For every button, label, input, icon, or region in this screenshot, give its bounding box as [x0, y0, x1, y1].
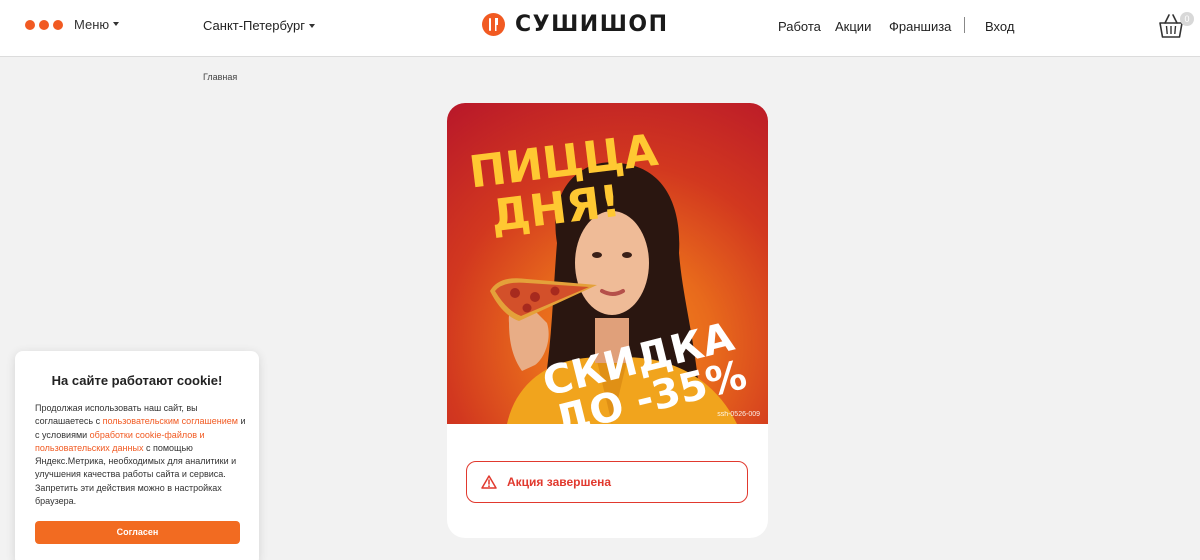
cookie-popup: На сайте работают cookie! Продолжая испо… [15, 351, 259, 560]
nav-divider [964, 17, 965, 33]
nav-item-promotions[interactable]: Акции [835, 19, 871, 34]
nav-item-work[interactable]: Работа [778, 19, 821, 34]
cart-button[interactable]: 0 [1156, 12, 1196, 42]
chevron-down-icon [308, 23, 315, 28]
breadcrumb-home[interactable]: Главная [203, 72, 237, 82]
city-selector[interactable]: Санкт-Петербург [203, 18, 315, 33]
promo-status: Акция завершена [466, 461, 748, 503]
cart-count-badge: 0 [1180, 12, 1194, 26]
logo-icon [482, 13, 505, 36]
menu-label: Меню [74, 17, 110, 32]
logo-text: СУШИШОП [515, 12, 669, 37]
header: Меню Санкт-Петербург СУШИШОП Работа Акци… [0, 0, 1200, 57]
nav-item-franchise[interactable]: Франшиза [889, 19, 951, 34]
login-link[interactable]: Вход [985, 19, 1014, 34]
promo-card: ПИЦЦА ДНЯ! СКИДКА ДО -35% ssh-0526-009 А… [447, 103, 768, 538]
logo[interactable]: СУШИШОП [482, 13, 669, 36]
chevron-down-icon [113, 21, 120, 26]
user-agreement-link[interactable]: пользовательским соглашением [103, 416, 238, 426]
cookie-title: На сайте работают cookie! [51, 373, 223, 388]
warning-icon [481, 475, 497, 489]
breadcrumb: Главная [203, 72, 237, 82]
banner-code: ssh-0526-009 [717, 411, 760, 418]
promo-status-text: Акция завершена [507, 475, 612, 489]
menu-button[interactable]: Меню [25, 17, 120, 32]
city-label: Санкт-Петербург [203, 18, 305, 33]
promo-banner: ПИЦЦА ДНЯ! СКИДКА ДО -35% ssh-0526-009 [447, 103, 768, 424]
cookie-accept-button[interactable]: Согласен [35, 521, 240, 544]
menu-dots-icon [25, 19, 63, 30]
promo-illustration: ПИЦЦА ДНЯ! СКИДКА ДО -35% [466, 125, 751, 424]
cookie-text: Продолжая использовать наш сайт, вы согл… [35, 402, 247, 508]
